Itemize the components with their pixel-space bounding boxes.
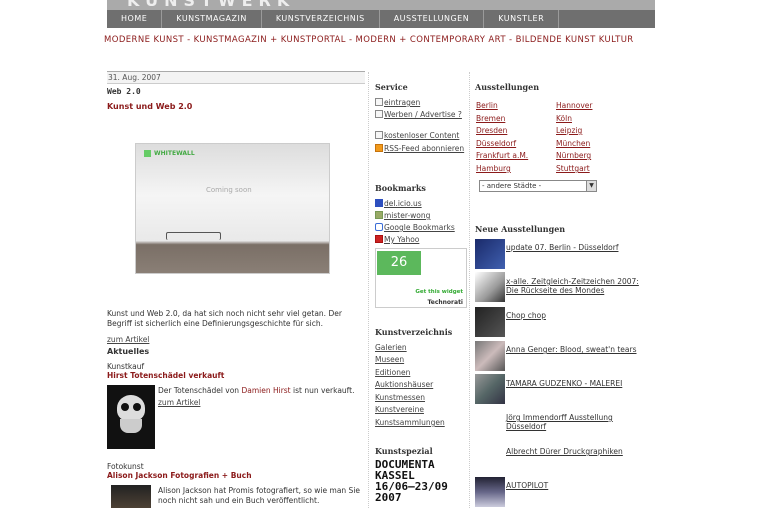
documenta-banner[interactable]: DOCUMENTA KASSEL 16/06—23/09 2007 (375, 459, 469, 503)
site-tagline: MODERNE KUNST - KUNSTMAGAZIN + KUNSTPORT… (104, 35, 634, 45)
technorati-widget[interactable]: 26 Get this widget Technorati (375, 248, 467, 308)
site-logo-strip: KUNSTWERK (107, 0, 655, 10)
nav-kunstmagazin[interactable]: KUNSTMAGAZIN (162, 10, 262, 28)
kunstverzeichnis-title: Kunstverzeichnis (375, 327, 453, 337)
neue-ausstellungen-title: Neue Ausstellungen (475, 224, 566, 234)
exhibition-thumb[interactable] (475, 307, 505, 337)
exhibition-link[interactable]: Jörg Immendorff Ausstellung Düsseldorf (506, 413, 646, 431)
alison-image (111, 485, 151, 508)
ausstellungen-title: Ausstellungen (475, 82, 540, 92)
directory-item[interactable]: Museen (375, 355, 469, 364)
post-text: Kunst und Web 2.0, da hat sich noch nich… (107, 309, 342, 328)
news-text: Alison Jackson hat Promis fotografiert, … (158, 486, 361, 505)
exhibition-link[interactable]: x-alle. Zeitgleich-Zeitzeichen 2007: Die… (506, 277, 646, 295)
city-link[interactable]: München (556, 139, 590, 148)
service-item[interactable]: Werben / Advertise ? (375, 110, 469, 119)
post-more-link[interactable]: zum Artikel (107, 335, 149, 344)
edit-icon (375, 98, 383, 106)
exhibition-thumb[interactable] (475, 239, 505, 269)
service-item[interactable]: kostenloser Content (375, 131, 469, 140)
post-subtitle-link[interactable]: Kunst und Web 2.0 (107, 102, 365, 111)
technorati-cta[interactable]: Get this widget (415, 289, 463, 295)
bookmark-item[interactable]: del.icio.us (375, 199, 469, 208)
delicious-icon (375, 199, 383, 207)
exhibition-thumb[interactable] (475, 341, 505, 371)
exhibition-thumb[interactable] (475, 374, 505, 404)
mail-icon (375, 110, 383, 118)
document-icon (375, 131, 383, 139)
city-select[interactable]: - andere Städte - ▼ (479, 180, 597, 192)
post-title: Web 2.0 (107, 87, 141, 96)
directory-item[interactable]: Galerien (375, 343, 469, 352)
middle-column: Service eintragen Werben / Advertise ? k… (368, 72, 468, 508)
main-column: 31. Aug. 2007 Web 2.0 Kunst und Web 2.0 … (107, 71, 365, 508)
artist-link[interactable]: Damien Hirst (241, 386, 290, 395)
post-image: WHITEWALL Coming soon (135, 143, 330, 274)
bookmark-item[interactable]: My Yahoo (375, 235, 469, 244)
bookmark-item[interactable]: mister-wong (375, 211, 469, 220)
aktuelles-title: Aktuelles (107, 347, 150, 356)
google-icon (375, 223, 383, 231)
nav-kunstler[interactable]: KUNSTLER (484, 10, 560, 28)
exhibition-link[interactable]: TAMARA GUDZENKO - MALEREI (506, 379, 646, 388)
nav-kunstverzeichnis[interactable]: KUNSTVERZEICHNIS (262, 10, 380, 28)
rss-icon (375, 144, 383, 152)
nav-ausstellungen[interactable]: AUSSTELLUNGEN (380, 10, 485, 28)
city-link[interactable]: Dresden (476, 126, 507, 135)
technorati-count: 26 (377, 251, 421, 275)
directory-item[interactable]: Kunstsammlungen (375, 418, 469, 427)
right-column: Ausstellungen Berlin Bremen Dresden Düss… (469, 72, 649, 508)
bookmark-item[interactable]: Google Bookmarks (375, 223, 469, 232)
exhibition-thumb[interactable] (475, 477, 505, 507)
main-nav: HOME KUNSTMAGAZIN KUNSTVERZEICHNIS AUSST… (107, 10, 655, 28)
news-title-link[interactable]: Hirst Totenschädel verkauft (107, 371, 224, 380)
city-link[interactable]: Nürnberg (556, 151, 591, 160)
post-image-caption: Coming soon (206, 186, 252, 194)
city-link[interactable]: Köln (556, 114, 572, 123)
city-link[interactable]: Hamburg (476, 164, 511, 173)
city-link[interactable]: Stuttgart (556, 164, 590, 173)
news-title-link[interactable]: Alison Jackson Fotografien + Buch (107, 471, 252, 480)
bookmarks-title: Bookmarks (375, 183, 426, 193)
city-link[interactable]: Berlin (476, 101, 498, 110)
chevron-down-icon: ▼ (586, 181, 596, 191)
bench-shape (166, 232, 221, 240)
city-link[interactable]: Hannover (556, 101, 592, 110)
technorati-logo: Technorati (427, 299, 463, 306)
post-date: 31. Aug. 2007 (107, 71, 365, 84)
directory-item[interactable]: Auktionshäuser (375, 380, 469, 389)
directory-item[interactable]: Editionen (375, 368, 469, 377)
exhibition-link[interactable]: update 07. Berlin - Düsseldorf (506, 243, 646, 252)
exhibition-link[interactable]: Anna Genger: Blood, sweat'n tears (506, 345, 646, 354)
nav-home[interactable]: HOME (107, 10, 163, 28)
city-link[interactable]: Leipzig (556, 126, 582, 135)
city-link[interactable]: Düsseldorf (476, 139, 516, 148)
service-item[interactable]: RSS-Feed abonnieren (375, 144, 469, 153)
news-more-link[interactable]: zum Artikel (158, 398, 200, 407)
directory-item[interactable]: Kunstmessen (375, 393, 469, 402)
exhibition-link[interactable]: AUTOPILOT (506, 481, 646, 490)
post-image-brand: WHITEWALL (144, 150, 195, 157)
mister-wong-icon (375, 211, 383, 219)
city-link[interactable]: Bremen (476, 114, 505, 123)
service-item[interactable]: eintragen (375, 98, 469, 107)
kunstspezial-title: Kunstspezial (375, 446, 433, 456)
news-category: Kunstkauf (107, 362, 145, 371)
skull-image (107, 385, 155, 449)
city-link[interactable]: Frankfurt a.M. (476, 151, 528, 160)
directory-item[interactable]: Kunstvereine (375, 405, 469, 414)
service-title: Service (375, 82, 408, 92)
exhibition-link[interactable]: Albrecht Dürer Druckgraphiken (506, 447, 646, 456)
exhibition-thumb[interactable] (475, 272, 505, 302)
exhibition-link[interactable]: Chop chop (506, 311, 646, 320)
yahoo-icon (375, 235, 383, 243)
news-text: Der Totenschädel von Damien Hirst ist nu… (158, 386, 355, 395)
news-category: Fotokunst (107, 462, 144, 471)
